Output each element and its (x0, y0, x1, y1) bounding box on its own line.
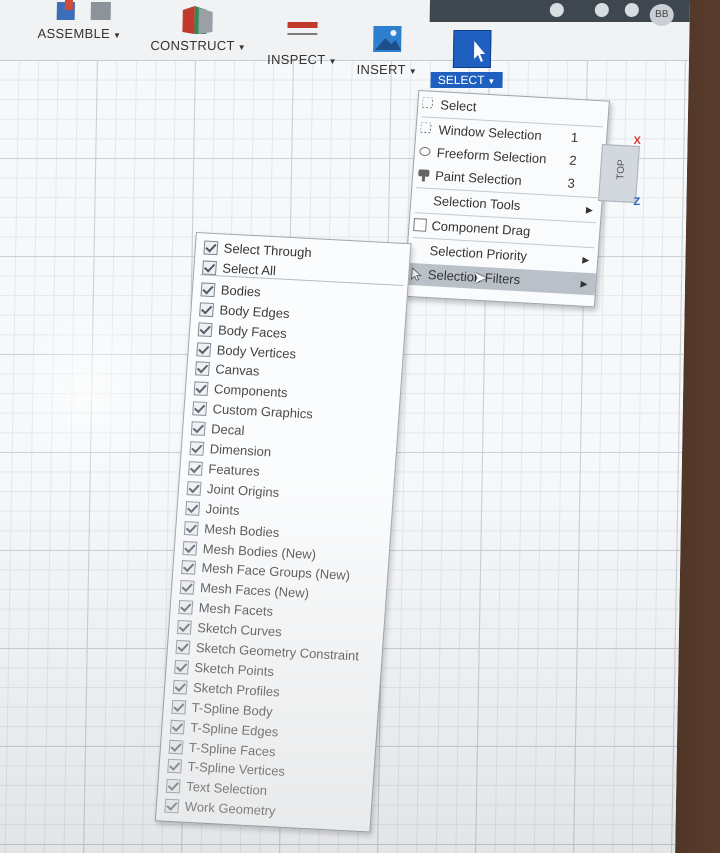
filter-cursor-icon (411, 267, 422, 281)
toolbar: BB ASSEMBLE ▼ CONSTRUCT ▼ INSPECT ▼ INSE… (0, 0, 690, 77)
filter-checkbox[interactable] (176, 620, 192, 635)
filter-checkbox[interactable] (196, 341, 212, 357)
select-button[interactable]: SELECT ▼ (430, 30, 503, 90)
select-cursor-icon (452, 30, 492, 68)
filter-label: Body Edges (219, 302, 291, 321)
filter-label: Canvas (214, 361, 260, 380)
filter-checkbox[interactable] (194, 361, 210, 377)
submenu-arrow-icon: ▶ (581, 254, 590, 265)
filter-label: Mesh Facets (198, 600, 274, 620)
filter-checkbox[interactable] (193, 381, 209, 397)
menu-item-label: Selection Tools (432, 193, 521, 213)
assemble-icon (56, 0, 111, 20)
filter-label: Mesh Bodies (203, 520, 280, 540)
filter-checkbox[interactable] (181, 560, 196, 576)
filter-label: Work Geometry (184, 798, 276, 819)
insert-icon (373, 26, 402, 52)
inspect-icon (287, 22, 318, 35)
shortcut-label: 2 (568, 152, 578, 168)
toolbar-group-construct[interactable]: CONSTRUCT ▼ (145, 0, 252, 60)
mouse-cursor-icon: ➤ (472, 270, 487, 287)
avatar[interactable]: BB (649, 4, 674, 26)
component-drag-checkbox[interactable] (413, 218, 428, 232)
submenu-arrow-icon: ▶ (585, 204, 594, 216)
filter-label: Decal (210, 421, 245, 439)
filter-checkbox[interactable] (175, 639, 191, 655)
filter-checkbox[interactable] (187, 461, 203, 476)
filter-checkbox[interactable] (171, 699, 187, 715)
filter-checkbox[interactable] (165, 779, 181, 794)
filter-label: Body Faces (217, 321, 288, 341)
filter-checkbox[interactable] (183, 520, 199, 536)
filter-checkbox[interactable] (200, 282, 216, 297)
toolbar-construct-label: CONSTRUCT (150, 38, 235, 53)
filter-checkbox[interactable] (185, 500, 201, 516)
select-label: SELECT ▼ (430, 72, 503, 88)
shortcut-label: 3 (567, 175, 576, 191)
filter-checkbox[interactable] (167, 759, 183, 774)
filter-checkbox[interactable] (186, 480, 202, 496)
menu-item-label: Component Drag (430, 218, 531, 239)
shortcut-label: 1 (570, 129, 579, 146)
filter-checkbox[interactable] (169, 719, 185, 735)
selection-filters-panel: Select Through Select All Bodies Body Edges… (154, 232, 412, 833)
filter-checkbox[interactable] (178, 600, 194, 615)
bell-icon[interactable] (594, 3, 609, 17)
construct-icon (182, 6, 213, 34)
menu-item-label: Window Selection (438, 122, 543, 143)
menu-item-label: Select (439, 97, 477, 115)
filter-checkbox[interactable] (179, 580, 195, 596)
toolbar-assemble-label: ASSEMBLE (37, 26, 111, 41)
toolbar-inspect-label: INSPECT (266, 52, 326, 67)
toolbar-group-insert[interactable]: INSERT ▼ (349, 0, 426, 77)
toolbar-group-assemble[interactable]: ASSEMBLE ▼ (31, 0, 128, 60)
toolbar-insert-label: INSERT (356, 62, 406, 77)
screen-glare (11, 300, 165, 480)
notification-icon[interactable] (549, 3, 564, 17)
freeform-selection-icon (419, 147, 431, 157)
window-selection-icon (420, 122, 432, 134)
filter-label: Select All (221, 260, 277, 279)
filter-checkbox[interactable] (203, 240, 219, 256)
filter-label: Joints (205, 500, 241, 518)
filter-label: Joint Origins (206, 480, 280, 500)
filter-checkbox[interactable] (199, 302, 215, 317)
paint-brush-icon (418, 169, 430, 182)
axis-z-label: Z (633, 196, 641, 208)
menu-item-label: Selection Priority (429, 243, 528, 264)
filter-checkbox[interactable] (168, 739, 184, 754)
filter-label: Bodies (220, 282, 262, 300)
filter-label: Dimension (209, 441, 272, 460)
filter-checkbox[interactable] (189, 441, 205, 456)
help-icon[interactable] (624, 3, 639, 17)
select-menu: Select Window Selection 1 Freeform Selec… (403, 90, 610, 308)
select-arrow-icon (421, 97, 434, 109)
filter-checkbox[interactable] (174, 659, 190, 675)
fusion-screen: BB ASSEMBLE ▼ CONSTRUCT ▼ INSPECT ▼ INSE… (0, 0, 690, 853)
filter-checkbox[interactable] (202, 260, 217, 276)
submenu-arrow-icon: ▶ (580, 278, 588, 289)
toolbar-group-inspect[interactable]: INSPECT ▼ (261, 0, 344, 67)
filter-label: Features (207, 461, 261, 479)
filter-checkbox[interactable] (182, 540, 198, 556)
filter-checkbox[interactable] (164, 798, 180, 814)
menu-item-label: Paint Selection (434, 168, 523, 188)
view-cube[interactable]: TOP (598, 144, 640, 203)
filter-label: Components (213, 381, 289, 401)
view-cube-face-label: TOP (615, 159, 628, 181)
filter-checkbox[interactable] (197, 321, 213, 337)
menu-item-label: Freeform Selection (436, 145, 547, 167)
axis-x-label: X (633, 135, 641, 147)
filter-checkbox[interactable] (192, 401, 208, 417)
filter-checkbox[interactable] (190, 421, 206, 437)
filter-checkbox[interactable] (172, 679, 188, 695)
